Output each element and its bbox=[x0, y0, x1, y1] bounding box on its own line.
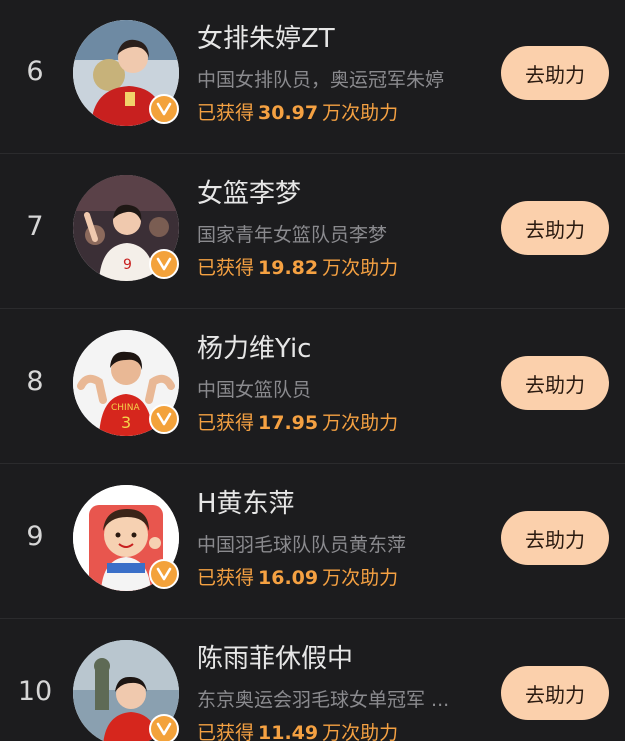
rank-number: 9 bbox=[26, 521, 44, 552]
user-description: 中国羽毛球队队员黄东萍 bbox=[197, 534, 407, 556]
user-description: 国家青年女篮队员李梦 bbox=[197, 224, 388, 246]
user-description: 东京奥运会羽毛球女单冠军 ... bbox=[197, 689, 450, 711]
support-prefix: 已获得 bbox=[197, 257, 255, 279]
support-count: 已获得 30.97 万次助力 bbox=[197, 98, 398, 125]
support-suffix: 万次助力 bbox=[322, 412, 399, 434]
support-prefix: 已获得 bbox=[197, 412, 255, 434]
support-button[interactable]: 去助力 bbox=[501, 201, 609, 255]
support-count: 已获得 17.95 万次助力 bbox=[197, 408, 398, 435]
ranking-row[interactable]: 9 H黄东萍 中国羽毛球队队员黄东萍 已获得 16.09 万次助力 去助力 bbox=[0, 463, 625, 618]
ranking-row[interactable]: 6 女排朱婷ZT 中国女排队员，奥运冠军朱婷 已获得 30.97 万次助力 去助力 bbox=[0, 0, 625, 153]
verified-v-icon bbox=[149, 249, 179, 279]
support-value: 16.09 bbox=[258, 567, 319, 589]
rank-number: 10 bbox=[17, 676, 53, 707]
user-description: 中国女排队员，奥运冠军朱婷 bbox=[197, 69, 445, 91]
support-button[interactable]: 去助力 bbox=[501, 356, 609, 410]
support-prefix: 已获得 bbox=[197, 102, 255, 124]
support-suffix: 万次助力 bbox=[322, 722, 399, 741]
svg-text:CHINA: CHINA bbox=[111, 403, 140, 413]
user-name: H黄东萍 bbox=[197, 489, 295, 519]
support-suffix: 万次助力 bbox=[322, 102, 399, 124]
support-prefix: 已获得 bbox=[197, 567, 255, 589]
support-value: 30.97 bbox=[258, 102, 319, 124]
support-count: 已获得 19.82 万次助力 bbox=[197, 253, 398, 280]
support-suffix: 万次助力 bbox=[322, 257, 399, 279]
svg-text:3: 3 bbox=[121, 413, 131, 432]
verified-v-icon bbox=[149, 559, 179, 589]
rank-number: 8 bbox=[26, 366, 44, 397]
user-name: 女排朱婷ZT bbox=[197, 24, 335, 54]
rank-number: 7 bbox=[26, 211, 44, 242]
ranking-row[interactable]: 7 9 女篮李梦 国家青年女篮队员李梦 已获得 19.82 万次助力 去助力 bbox=[0, 153, 625, 308]
support-count: 已获得 16.09 万次助力 bbox=[197, 563, 398, 590]
support-count: 已获得 11.49 万次助力 bbox=[197, 718, 398, 741]
support-prefix: 已获得 bbox=[197, 722, 255, 741]
support-button[interactable]: 去助力 bbox=[501, 511, 609, 565]
support-ranking-list: 6 女排朱婷ZT 中国女排队员，奥运冠军朱婷 已获得 30.97 万次助力 去助力 … bbox=[0, 0, 625, 741]
support-button[interactable]: 去助力 bbox=[501, 46, 609, 100]
support-suffix: 万次助力 bbox=[322, 567, 399, 589]
support-value: 19.82 bbox=[258, 257, 319, 279]
verified-v-icon bbox=[149, 404, 179, 434]
user-name: 杨力维Yic bbox=[197, 334, 312, 364]
rank-number: 6 bbox=[26, 56, 44, 87]
support-button[interactable]: 去助力 bbox=[501, 666, 609, 720]
verified-v-icon bbox=[149, 714, 179, 741]
user-description: 中国女篮队员 bbox=[197, 379, 312, 401]
svg-text:9: 9 bbox=[123, 257, 132, 273]
verified-v-icon bbox=[149, 94, 179, 124]
user-name: 陈雨菲休假中 bbox=[197, 644, 354, 674]
support-value: 11.49 bbox=[258, 722, 319, 741]
support-value: 17.95 bbox=[258, 412, 319, 434]
ranking-row[interactable]: 10 陈雨菲休假中 东京奥运会羽毛球女单冠军 ... 已获得 11.49 万次助力 … bbox=[0, 618, 625, 741]
user-name: 女篮李梦 bbox=[197, 179, 302, 209]
ranking-row[interactable]: 8 CHINA 3 杨力维Yic 中国女篮队员 已获得 17.95 万次助力 去助力 bbox=[0, 308, 625, 463]
